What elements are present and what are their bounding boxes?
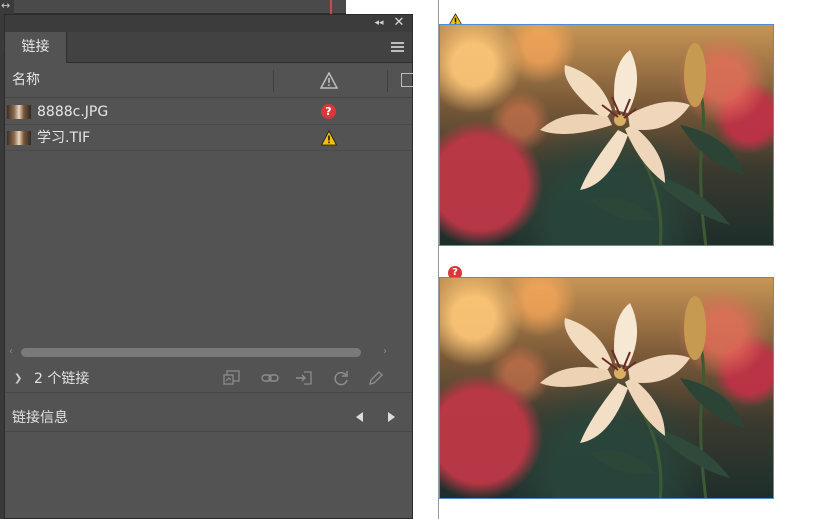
- column-name-label[interactable]: 名称: [12, 64, 40, 97]
- arrow-icon: ↔: [1, 0, 11, 12]
- chain-link-icon[interactable]: [261, 370, 279, 386]
- edit-original-icon[interactable]: [367, 370, 385, 386]
- image-frame[interactable]: [439, 24, 774, 246]
- link-info-row[interactable]: 链接信息: [5, 404, 412, 432]
- scroll-right-icon[interactable]: ›: [383, 345, 387, 359]
- scroll-left-icon[interactable]: ‹: [9, 345, 13, 359]
- missing-badge-glyph: ?: [321, 104, 336, 119]
- column-divider[interactable]: [273, 70, 274, 92]
- warning-icon[interactable]: [321, 130, 337, 146]
- tab-links[interactable]: 链接: [5, 32, 67, 63]
- update-link-icon[interactable]: [332, 370, 350, 386]
- link-filename: 学习.TIF: [37, 130, 91, 146]
- link-filename: 8888c.JPG: [37, 104, 109, 120]
- link-count: 2 个链接: [34, 371, 90, 387]
- column-header: 名称: [5, 64, 413, 98]
- prev-icon[interactable]: [356, 412, 363, 422]
- panel-menu-icon[interactable]: [391, 42, 404, 52]
- link-thumbnail: [7, 131, 31, 145]
- panel-tab-row: 链接: [5, 32, 412, 63]
- image-frame[interactable]: [439, 277, 774, 499]
- table-row[interactable]: 学习.TIF: [5, 125, 412, 151]
- horizontal-scrollbar[interactable]: ‹ ›: [5, 345, 412, 359]
- lily-flower-image: [540, 296, 745, 498]
- table-row[interactable]: 8888c.JPG ?: [5, 99, 412, 125]
- next-icon[interactable]: [388, 412, 395, 422]
- warning-icon[interactable]: [320, 72, 338, 89]
- panel-footer: ❯ 2 个链接: [5, 365, 412, 393]
- lily-flower-image: [540, 43, 745, 245]
- scroll-thumb[interactable]: [21, 348, 361, 357]
- chevron-down-icon[interactable]: ❯: [14, 372, 22, 386]
- screen-root: ↔ │ ◂◂ ✕ 链接 名称 8888c.JPG ?: [0, 0, 820, 519]
- close-icon[interactable]: ✕: [392, 16, 406, 30]
- guide-line: [330, 0, 332, 14]
- link-thumbnail: [7, 105, 31, 119]
- column-divider[interactable]: [387, 70, 388, 92]
- collapse-icon[interactable]: ◂◂: [372, 17, 386, 29]
- page-icon[interactable]: [401, 73, 413, 87]
- app-top-bar: [14, 0, 346, 14]
- missing-link-icon[interactable]: ?: [321, 104, 337, 120]
- go-to-link-icon[interactable]: [295, 370, 313, 386]
- links-panel: ◂◂ ✕ 链接 名称 8888c.JPG ? 学习.TIF ‹ › ❯ 2 个链…: [4, 14, 413, 519]
- link-info-label: 链接信息: [12, 410, 68, 426]
- relink-folder-icon[interactable]: [223, 370, 241, 386]
- panel-title-bar[interactable]: ◂◂ ✕: [5, 15, 412, 32]
